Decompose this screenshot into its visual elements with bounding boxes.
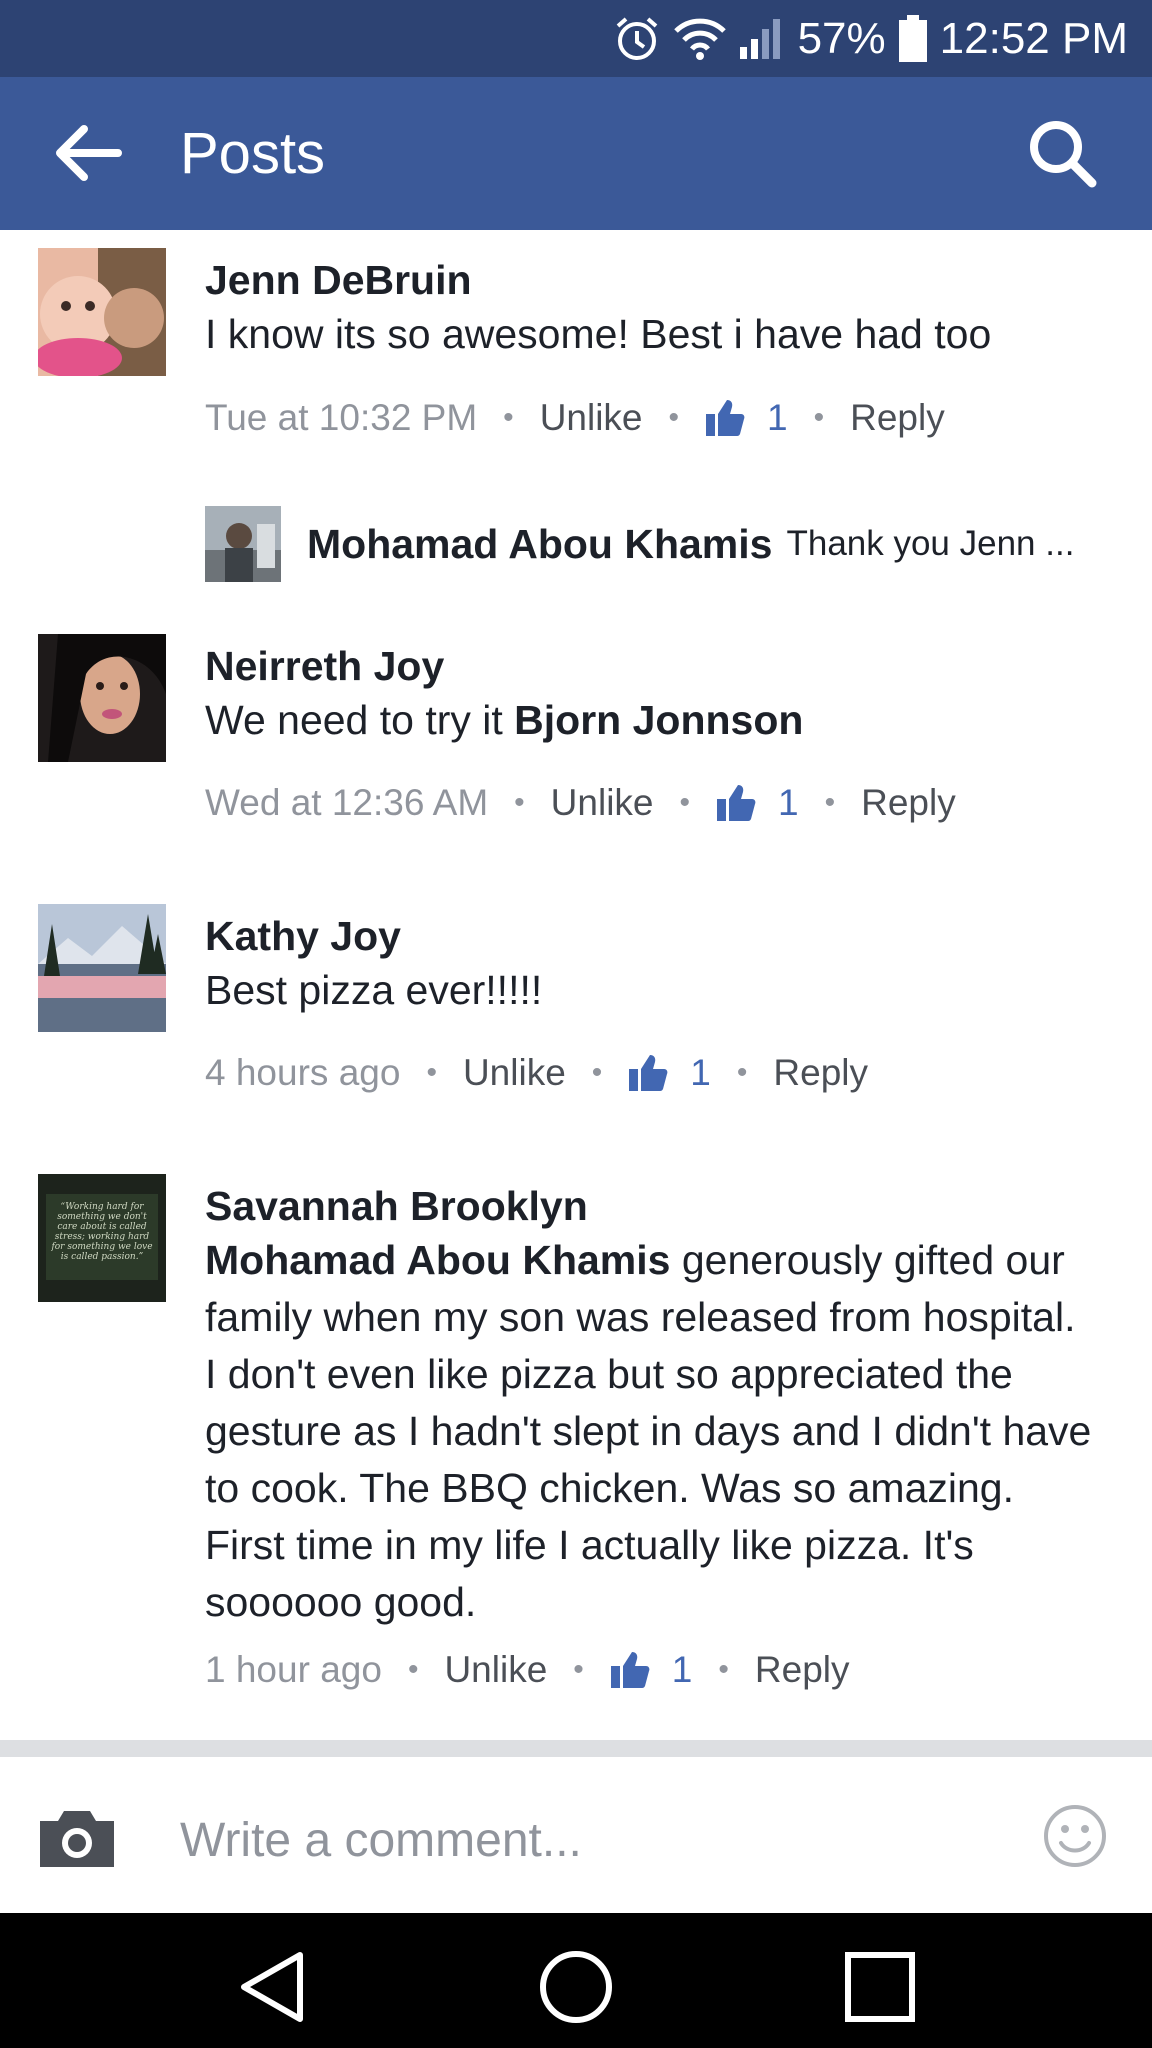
arrow-left-icon[interactable]: [52, 123, 122, 183]
timestamp[interactable]: 1 hour ago: [205, 1649, 382, 1691]
reply-button[interactable]: Reply: [861, 782, 956, 824]
like-count[interactable]: 1: [690, 1052, 711, 1094]
wifi-icon: [673, 18, 726, 60]
status-icons: 57% 12:52 PM: [612, 12, 1128, 66]
thumbs-up-icon[interactable]: [610, 1650, 650, 1690]
comment-actions: 1 hour ago • Unlike • 1 • Reply: [205, 1649, 850, 1691]
avatar[interactable]: [205, 506, 281, 582]
reply-button[interactable]: Reply: [850, 397, 945, 439]
reply-text: Thank you Jenn ...: [786, 524, 1075, 563]
quote-image: “Working hard for something we don't car…: [38, 1174, 166, 1302]
comment-actions: Wed at 12:36 AM • Unlike • 1 • Reply: [205, 782, 956, 824]
alarm-icon: [616, 17, 657, 60]
reply-author[interactable]: Mohamad Abou Khamis: [307, 521, 772, 568]
clock: 12:52 PM: [939, 14, 1128, 63]
avatar[interactable]: [38, 904, 166, 1032]
divider: [0, 1740, 1152, 1757]
comment-author[interactable]: Neirreth Joy: [205, 642, 1092, 690]
comment-actions: Tue at 10:32 PM • Unlike • 1 • Reply: [205, 397, 945, 439]
comment-author[interactable]: Jenn DeBruin: [205, 256, 1092, 304]
thumbs-up-icon[interactable]: [628, 1053, 668, 1093]
like-count[interactable]: 1: [767, 397, 788, 439]
like-count[interactable]: 1: [778, 782, 799, 824]
reply-preview[interactable]: Mohamad Abou Khamis Thank you Jenn ...: [205, 505, 1074, 583]
avatar[interactable]: [38, 634, 166, 762]
comment-text: Best pizza ever!!!!!: [205, 967, 543, 1013]
like-count[interactable]: 1: [672, 1649, 693, 1691]
signal-icon: [739, 19, 780, 59]
comment-composer: Write a comment...: [0, 1757, 1152, 1913]
battery-icon: [898, 15, 927, 62]
timestamp[interactable]: Tue at 10:32 PM: [205, 397, 477, 439]
back-nav-icon[interactable]: [232, 1947, 312, 2027]
thumbs-up-icon[interactable]: [705, 398, 745, 438]
comment-author[interactable]: Savannah Brooklyn: [205, 1182, 1092, 1230]
comment-text: generously gifted our family when my son…: [205, 1237, 1092, 1625]
thumbs-up-icon[interactable]: [716, 783, 756, 823]
comment-author[interactable]: Kathy Joy: [205, 912, 1092, 960]
comment-input[interactable]: Write a comment...: [180, 1813, 582, 1868]
unlike-button[interactable]: Unlike: [463, 1052, 566, 1094]
avatar[interactable]: “Working hard for something we don't car…: [38, 1174, 166, 1302]
recents-nav-icon[interactable]: [840, 1947, 920, 2027]
comment-actions: 4 hours ago • Unlike • 1 • Reply: [205, 1052, 868, 1094]
smiley-icon[interactable]: [1042, 1803, 1108, 1869]
reply-button[interactable]: Reply: [773, 1052, 868, 1094]
app-bar: Posts: [0, 77, 1152, 230]
page-title: Posts: [180, 121, 326, 186]
battery-percent: 57%: [797, 14, 886, 63]
mention-link[interactable]: Mohamad Abou Khamis: [205, 1237, 670, 1283]
comment-text: We need to try it: [205, 697, 515, 743]
system-nav-bar: [0, 1913, 1152, 2048]
comment-text: I know its so awesome! Best i have had t…: [205, 311, 992, 357]
camera-icon[interactable]: [36, 1807, 118, 1871]
timestamp[interactable]: 4 hours ago: [205, 1052, 400, 1094]
avatar[interactable]: [38, 248, 166, 376]
unlike-button[interactable]: Unlike: [551, 782, 654, 824]
timestamp[interactable]: Wed at 12:36 AM: [205, 782, 488, 824]
status-bar: 57% 12:52 PM: [0, 0, 1152, 77]
mention-link[interactable]: Bjorn Jonnson: [514, 697, 803, 743]
unlike-button[interactable]: Unlike: [444, 1649, 547, 1691]
reply-button[interactable]: Reply: [755, 1649, 850, 1691]
unlike-button[interactable]: Unlike: [540, 397, 643, 439]
home-nav-icon[interactable]: [536, 1947, 616, 2027]
search-icon[interactable]: [1026, 117, 1098, 189]
